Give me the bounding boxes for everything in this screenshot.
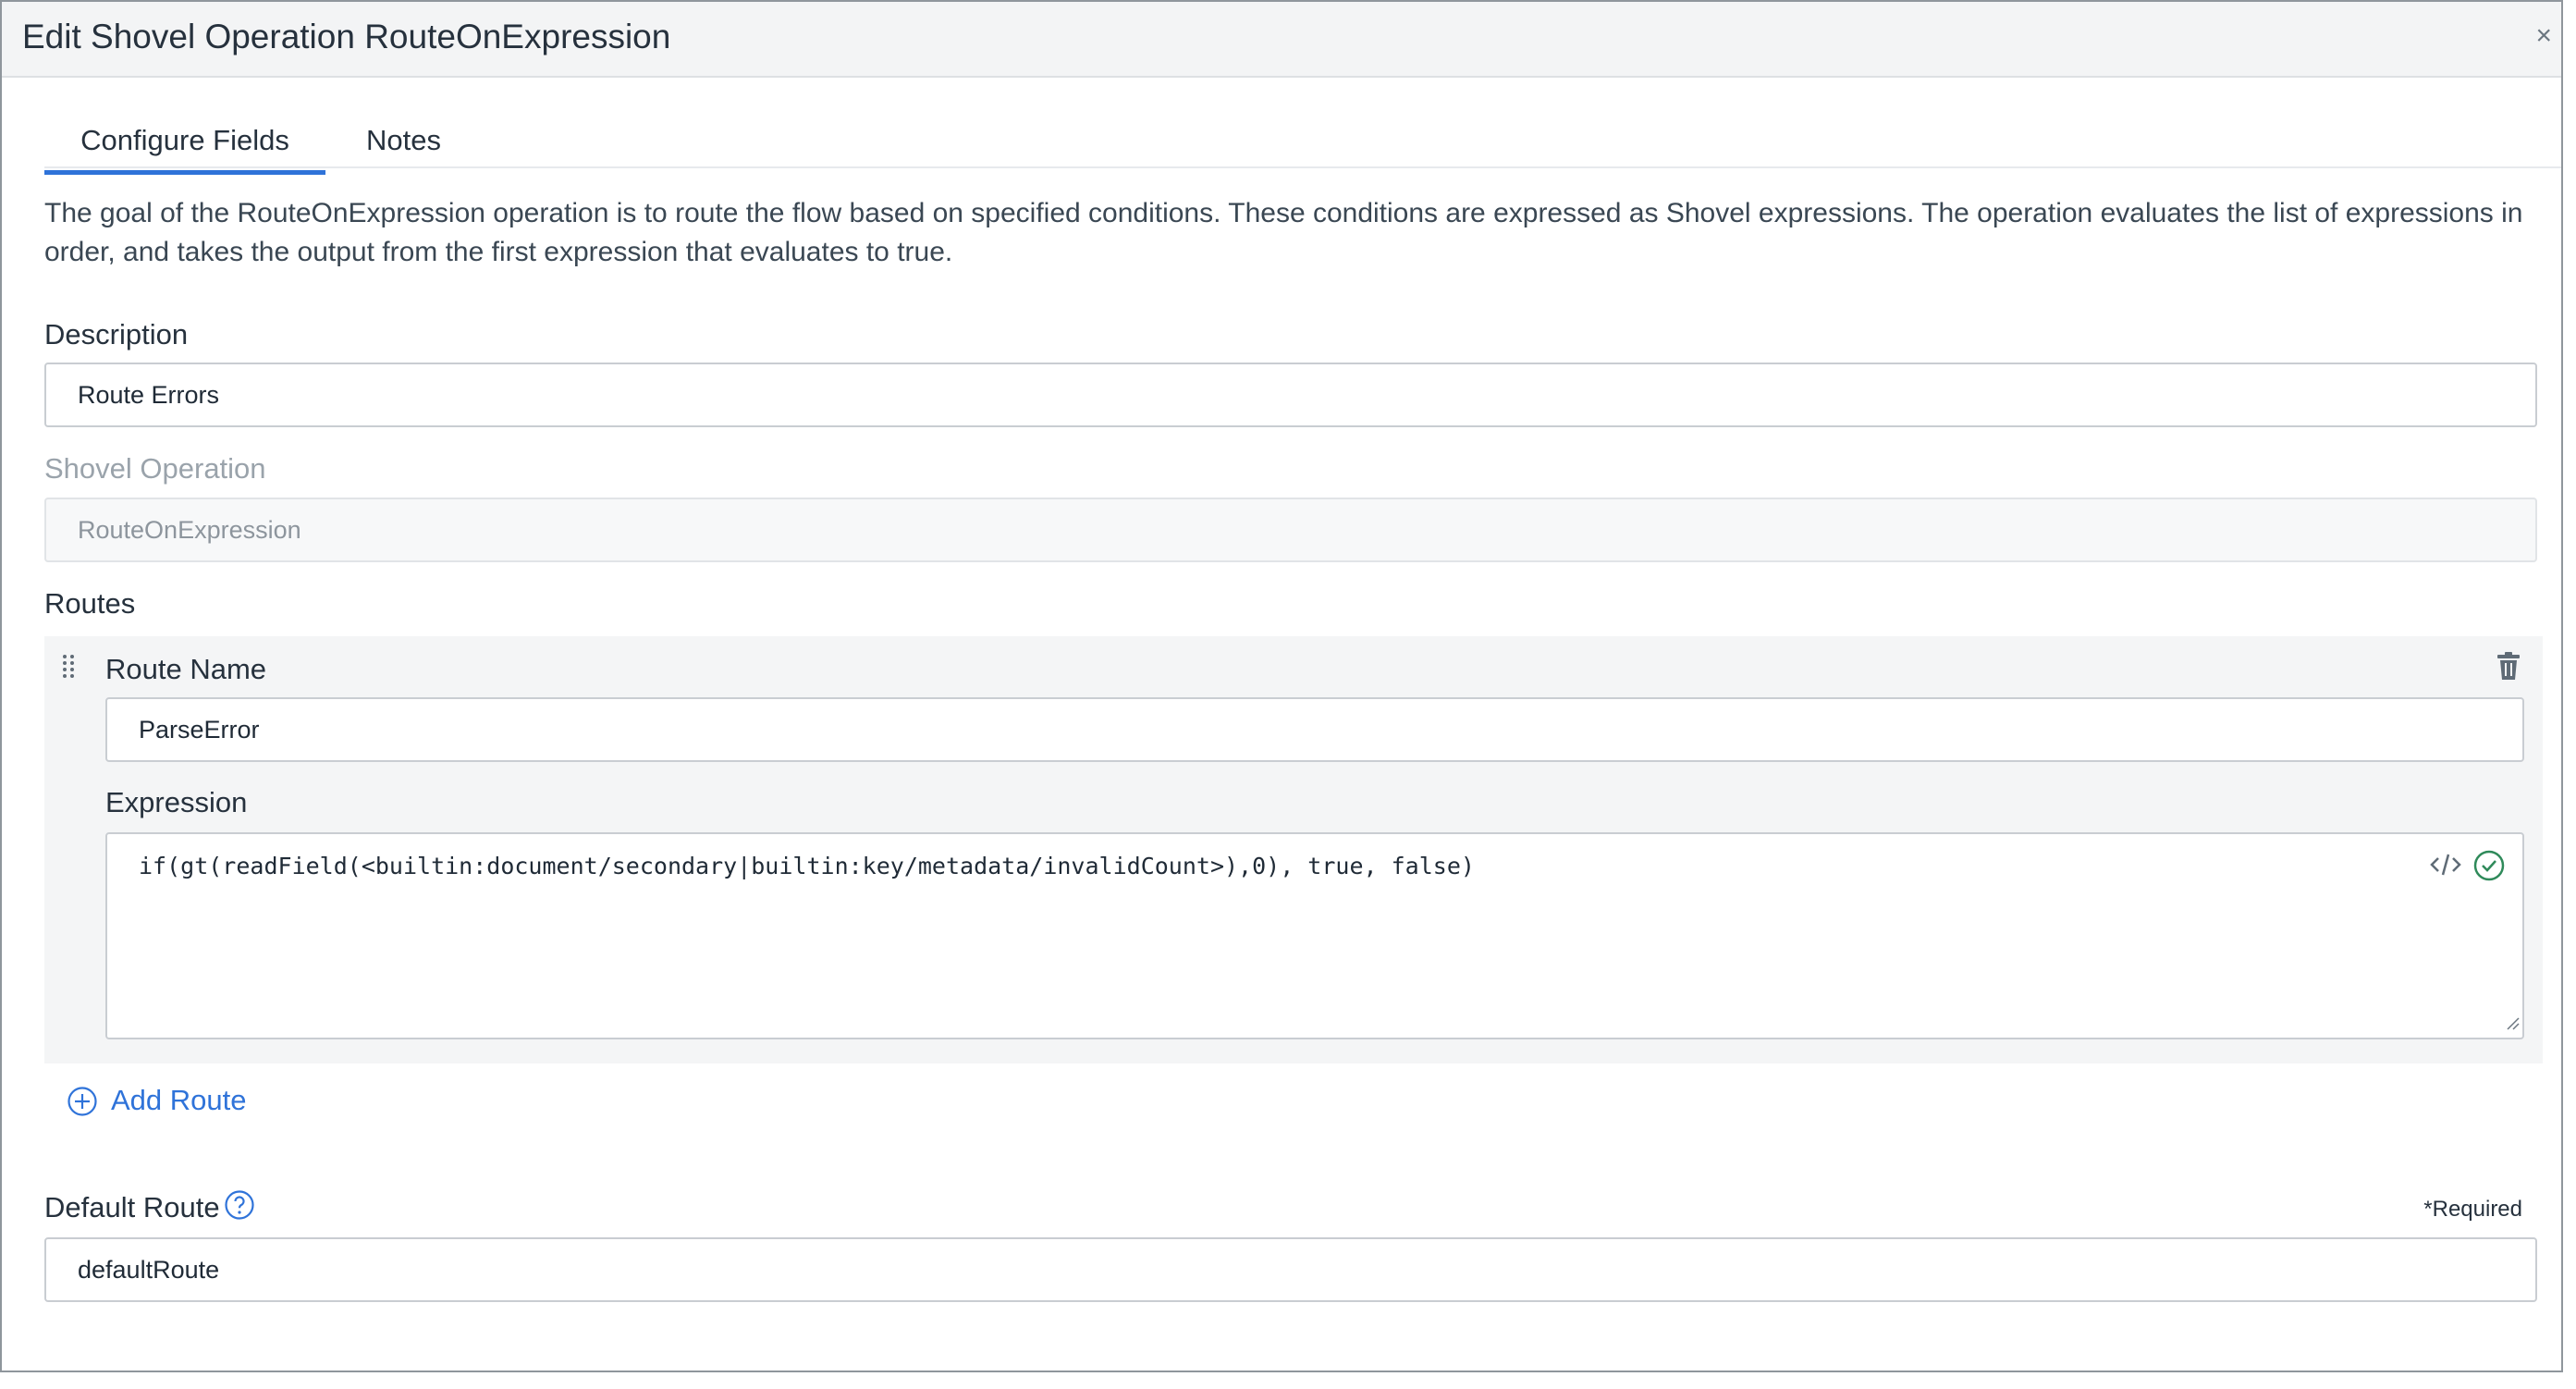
- description-label: Description: [44, 318, 189, 350]
- tab-configure-fields[interactable]: Configure Fields: [44, 124, 325, 175]
- code-icon[interactable]: [2430, 851, 2461, 883]
- expression-editor[interactable]: if(gt(readField(<builtin:document/second…: [105, 832, 2524, 1039]
- trash-icon[interactable]: [2495, 651, 2522, 685]
- expression-text: if(gt(readField(<builtin:document/second…: [139, 853, 1475, 879]
- help-icon[interactable]: [224, 1189, 255, 1225]
- description-field[interactable]: Route Errors: [44, 363, 2537, 427]
- check-circle-icon: [2472, 849, 2506, 887]
- route-name-label: Route Name: [105, 653, 267, 685]
- drag-handle-icon[interactable]: [61, 653, 76, 681]
- plus-circle-icon: [67, 1086, 98, 1122]
- required-note: *Required: [2423, 1197, 2522, 1222]
- edit-operation-dialog: Edit Shovel Operation RouteOnExpression …: [0, 0, 2563, 1372]
- expression-label: Expression: [105, 786, 248, 818]
- tab-bar: Configure Fields Notes: [44, 115, 2561, 175]
- dialog-header: Edit Shovel Operation RouteOnExpression …: [2, 2, 2561, 78]
- add-route-label: Add Route: [111, 1084, 247, 1116]
- shovel-operation-label: Shovel Operation: [44, 452, 266, 485]
- resize-handle-icon[interactable]: [2504, 1014, 2521, 1036]
- shovel-operation-field: RouteOnExpression: [44, 498, 2537, 562]
- route-name-field[interactable]: ParseError: [105, 697, 2524, 762]
- close-icon[interactable]: ×: [2535, 20, 2552, 52]
- default-route-field[interactable]: defaultRoute: [44, 1237, 2537, 1302]
- intro-text: The goal of the RouteOnExpression operat…: [44, 198, 2523, 267]
- route-item: Route Name ParseError Expression if(gt(r…: [44, 636, 2543, 1063]
- default-route-label: Default Route: [44, 1191, 220, 1223]
- routes-label: Routes: [44, 587, 136, 620]
- dialog-title: Edit Shovel Operation RouteOnExpression: [22, 18, 671, 55]
- tab-notes[interactable]: Notes: [366, 124, 441, 170]
